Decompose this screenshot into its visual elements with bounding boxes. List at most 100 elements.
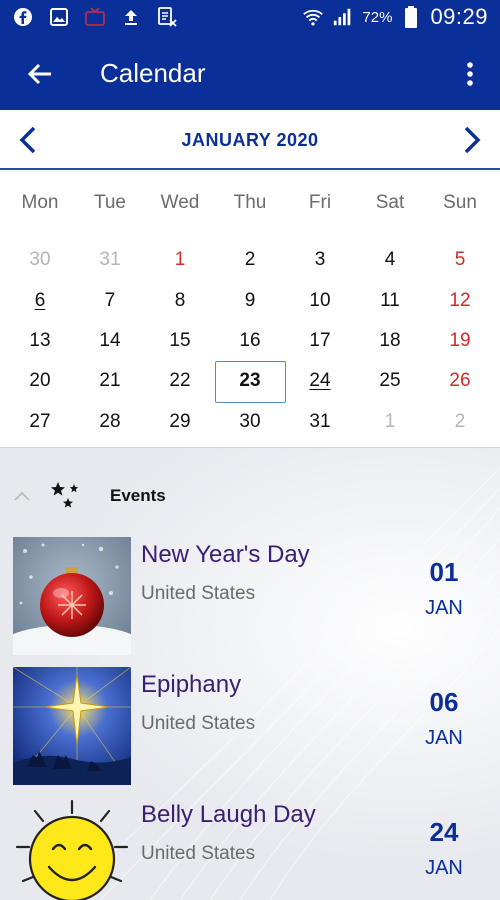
day-number: 21 xyxy=(99,370,121,392)
page-title: Calendar xyxy=(100,58,206,88)
day-cell[interactable]: 13 xyxy=(5,321,75,361)
event-item[interactable]: New Year's Day United States 01 JAN xyxy=(0,537,500,655)
event-day: 24 xyxy=(429,817,459,847)
event-country: United States xyxy=(141,843,256,864)
day-number: 27 xyxy=(29,410,51,432)
day-cell[interactable]: 16 xyxy=(215,321,285,361)
day-cell[interactable]: 3 xyxy=(285,240,355,280)
day-cell[interactable]: 30 xyxy=(215,402,285,442)
day-number: 17 xyxy=(309,329,331,351)
day-number: 16 xyxy=(239,329,261,351)
day-number: 2 xyxy=(454,410,466,432)
weekday-label: Sat xyxy=(375,192,405,213)
event-month: JAN xyxy=(425,857,463,879)
event-name: New Year's Day xyxy=(141,541,310,568)
day-number: 20 xyxy=(29,370,51,392)
facebook-icon xyxy=(12,6,34,28)
events-header[interactable]: Events xyxy=(0,478,500,518)
event-country: United States xyxy=(141,713,256,734)
day-cell[interactable]: 2 xyxy=(425,402,495,442)
day-number: 6 xyxy=(34,289,46,311)
events-section: Events New Year's Day United States 01 J… xyxy=(0,448,500,900)
day-number: 7 xyxy=(104,289,116,311)
day-cell[interactable]: 20 xyxy=(5,361,75,401)
event-name: Belly Laugh Day xyxy=(141,801,316,828)
month-title: JANUARY 2020 xyxy=(181,130,319,150)
day-cell[interactable]: 2 xyxy=(215,240,285,280)
day-cell-today[interactable]: 23 xyxy=(215,361,286,404)
day-number: 22 xyxy=(169,370,191,392)
day-number: 5 xyxy=(454,249,466,271)
day-cell[interactable]: 27 xyxy=(5,402,75,442)
day-cell[interactable]: 25 xyxy=(355,361,425,401)
event-item[interactable]: Epiphany United States 06 JAN xyxy=(0,667,500,785)
day-cell[interactable]: 29 xyxy=(145,402,215,442)
day-cell[interactable]: 19 xyxy=(425,321,495,361)
next-month-chevron-icon[interactable] xyxy=(454,122,490,158)
back-arrow-icon[interactable] xyxy=(22,56,58,92)
day-cell[interactable]: 6 xyxy=(5,280,75,320)
day-cell[interactable]: 5 xyxy=(425,240,495,280)
clock: 09:29 xyxy=(430,4,488,29)
day-cell[interactable]: 11 xyxy=(355,280,425,320)
document-x-icon xyxy=(156,6,178,28)
weekday-label: Mon xyxy=(21,192,59,213)
event-day: 06 xyxy=(429,687,459,717)
calendar-grid: Mon Tue Wed Thu Fri Sat Sun 30 31 1 2 3 4 5 6 7 8… xyxy=(0,172,500,448)
weekday-label: Thu xyxy=(233,192,267,213)
day-number: 14 xyxy=(99,329,121,351)
day-cell[interactable]: 22 xyxy=(145,361,215,401)
star-thumbnail xyxy=(13,667,131,785)
events-label: Events xyxy=(110,486,166,505)
day-number: 10 xyxy=(309,289,331,311)
day-number: 1 xyxy=(384,410,396,432)
day-number: 31 xyxy=(99,249,121,271)
day-number: 3 xyxy=(314,249,326,271)
day-cell[interactable]: 14 xyxy=(75,321,145,361)
day-number: 25 xyxy=(379,370,401,392)
day-number: 18 xyxy=(379,329,401,351)
day-number: 19 xyxy=(449,329,471,351)
battery-percent: 72% xyxy=(362,8,393,26)
day-number: 12 xyxy=(449,289,471,311)
chevron-up-icon[interactable] xyxy=(10,484,34,508)
day-cell[interactable]: 26 xyxy=(425,361,495,401)
day-number: 2 xyxy=(244,249,256,271)
day-cell[interactable]: 8 xyxy=(145,280,215,320)
day-cell[interactable]: 7 xyxy=(75,280,145,320)
day-cell[interactable]: 30 xyxy=(5,240,75,280)
day-number: 1 xyxy=(174,249,186,271)
more-options-icon[interactable] xyxy=(458,56,482,92)
day-cell[interactable]: 28 xyxy=(75,402,145,442)
day-cell[interactable]: 24 xyxy=(285,361,355,401)
day-cell[interactable]: 4 xyxy=(355,240,425,280)
day-cell[interactable]: 21 xyxy=(75,361,145,401)
day-cell[interactable]: 31 xyxy=(285,402,355,442)
day-cell[interactable]: 17 xyxy=(285,321,355,361)
day-number: 11 xyxy=(380,289,400,311)
day-number: 24 xyxy=(309,370,331,392)
weekday-label: Tue xyxy=(93,192,127,213)
day-cell[interactable]: 12 xyxy=(425,280,495,320)
day-number: 26 xyxy=(449,370,471,392)
day-cell[interactable]: 31 xyxy=(75,240,145,280)
day-cell[interactable]: 1 xyxy=(145,240,215,280)
day-cell[interactable]: 10 xyxy=(285,280,355,320)
day-cell[interactable]: 9 xyxy=(215,280,285,320)
event-item[interactable]: Belly Laugh Day United States 24 JAN xyxy=(0,797,500,900)
day-cell[interactable]: 18 xyxy=(355,321,425,361)
day-cell[interactable]: 1 xyxy=(355,402,425,442)
day-cell[interactable]: 15 xyxy=(145,321,215,361)
day-cells: 30 31 1 2 3 4 5 6 7 8 9 10 11 12 13 14 15 16 17 18 19 20 21 22 2… xyxy=(5,240,495,442)
month-navigation: JANUARY 2020 xyxy=(0,110,500,170)
day-number: 9 xyxy=(244,289,256,311)
day-number: 23 xyxy=(239,370,261,392)
day-number: 31 xyxy=(309,410,331,432)
tv-icon xyxy=(84,6,106,28)
battery-icon xyxy=(400,6,422,28)
day-number: 30 xyxy=(239,410,261,432)
day-number: 29 xyxy=(169,410,191,432)
day-number: 15 xyxy=(169,329,191,351)
day-number: 4 xyxy=(384,249,396,271)
signal-icon xyxy=(332,6,354,28)
